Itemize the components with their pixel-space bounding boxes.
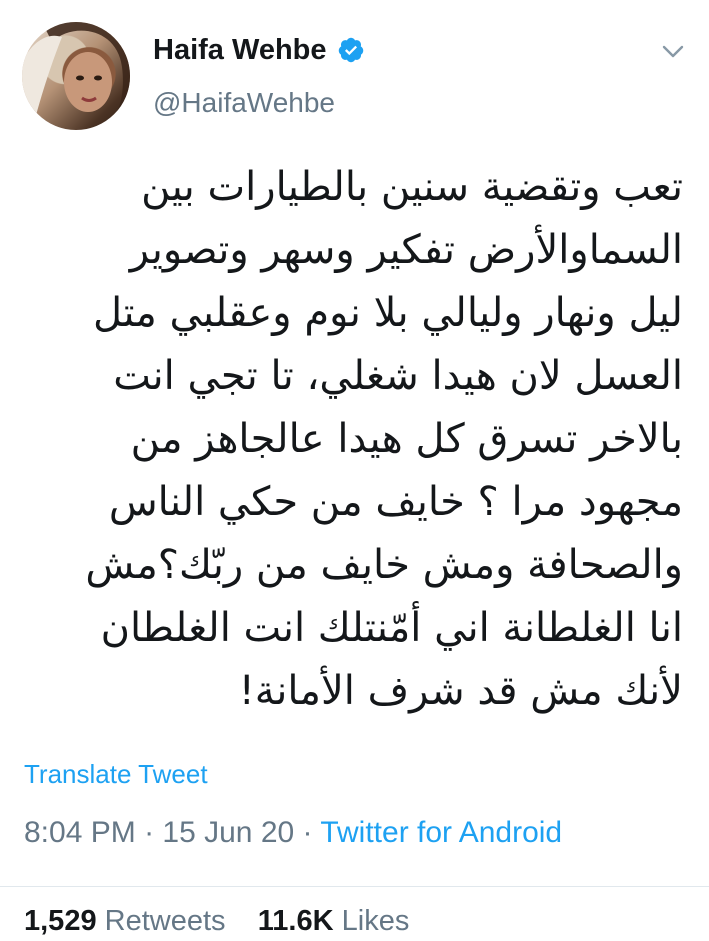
tweet-meta: 8:04 PM · 15 Jun 20 · Twitter for Androi… bbox=[24, 814, 562, 852]
translate-tweet-link[interactable]: Translate Tweet bbox=[24, 757, 208, 791]
name-row: Haifa Wehbe bbox=[153, 32, 365, 68]
retweets-stat[interactable]: 1,529 Retweets bbox=[24, 905, 234, 937]
tweet-line: تعب وتقضية سنين بالطيارات بين bbox=[141, 164, 683, 210]
tweet-date[interactable]: 15 Jun 20 bbox=[162, 816, 294, 849]
more-options-button[interactable] bbox=[659, 40, 687, 68]
likes-stat[interactable]: 11.6K Likes bbox=[258, 905, 410, 937]
display-name[interactable]: Haifa Wehbe bbox=[153, 32, 327, 68]
retweets-label: Retweets bbox=[104, 905, 226, 937]
tweet-source-link[interactable]: Twitter for Android bbox=[320, 816, 562, 849]
chevron-down-icon bbox=[662, 45, 684, 64]
tweet-stats: 1,529 Retweets 11.6K Likes bbox=[24, 902, 409, 940]
tweet-line: والصحافة ومش خايف من ربّك؟مش bbox=[85, 542, 683, 588]
retweets-count: 1,529 bbox=[24, 905, 97, 937]
likes-label: Likes bbox=[341, 905, 410, 937]
tweet-text: تعب وتقضية سنين بالطيارات بين السماوالأر… bbox=[23, 156, 683, 723]
tweet-line: بالاخر تسرق كل هيدا عالجاهز من bbox=[130, 416, 683, 462]
tweet-line: انا الغلطانة اني أمّنتلك انت الغلطان bbox=[100, 605, 683, 651]
tweet-line: مجهود مرا ؟ خايف من حكي الناس bbox=[108, 479, 683, 525]
user-handle[interactable]: @HaifaWehbe bbox=[153, 86, 335, 120]
tweet-line: لأنك مش قد شرف الأمانة! bbox=[238, 668, 683, 714]
meta-separator: · bbox=[144, 816, 155, 849]
tweet-header: Haifa Wehbe @HaifaWehbe bbox=[0, 0, 709, 150]
tweet-line: ليل ونهار وليالي بلا نوم وعقلبي متل bbox=[93, 290, 683, 336]
tweet-line: العسل لان هيدا شغلي، تا تجي انت bbox=[113, 353, 683, 399]
meta-separator: · bbox=[302, 816, 313, 849]
tweet-time[interactable]: 8:04 PM bbox=[24, 816, 136, 849]
likes-count: 11.6K bbox=[257, 905, 334, 937]
verified-badge-icon bbox=[337, 36, 365, 64]
divider bbox=[0, 886, 709, 887]
tweet-line: السماوالأرض تفكير وسهر وتصوير bbox=[129, 227, 683, 273]
avatar[interactable] bbox=[22, 22, 130, 130]
